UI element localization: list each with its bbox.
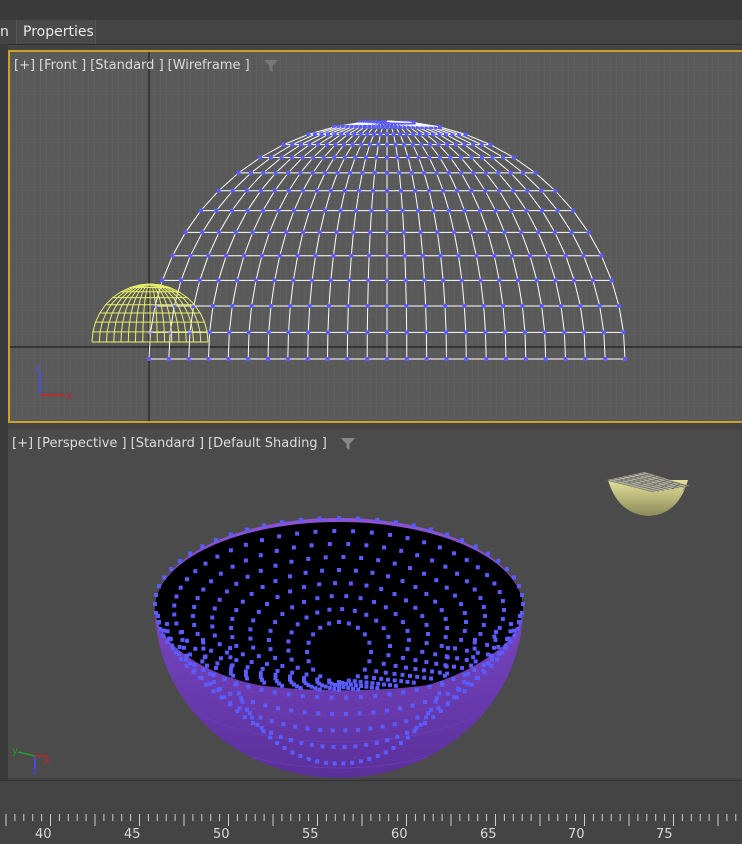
filter-icon[interactable] — [263, 59, 278, 72]
front-viewport-canvas[interactable]: z x — [10, 52, 742, 423]
persp-axis-z-label: z — [32, 766, 37, 777]
filter-icon[interactable] — [340, 437, 355, 450]
front-viewport[interactable]: z x [+] [Front ] [Standard ] [Wireframe ] — [8, 50, 742, 423]
persp-mode-menu[interactable]: [Default Shading ] — [208, 436, 327, 451]
perspective-viewport-label[interactable]: [+] [Perspective ] [Standard ] [Default Sha… — [12, 436, 355, 451]
top-strip — [0, 0, 742, 20]
ruler-label: 40 — [35, 827, 52, 842]
front-mode-menu[interactable]: [Wireframe ] — [168, 58, 250, 73]
persp-plus-menu[interactable]: [+] — [12, 436, 33, 451]
persp-preset-menu[interactable]: [Standard ] — [131, 436, 204, 451]
ruler-label: 65 — [480, 827, 497, 842]
perspective-viewport[interactable]: z x y [+] [Perspective ] [Standard ] [Defau… — [8, 430, 742, 778]
persp-axis-y-label: y — [12, 746, 18, 757]
bowl-shaded — [153, 516, 525, 778]
axis-z-label: z — [35, 364, 40, 375]
tab-previous[interactable]: n — [0, 20, 17, 44]
front-view-menu[interactable]: [Front ] — [39, 58, 86, 73]
persp-axis-x-label: x — [44, 756, 50, 767]
front-viewport-label[interactable]: [+] [Front ] [Standard ] [Wireframe ] — [14, 58, 278, 73]
ruler-label: 75 — [656, 827, 673, 842]
front-plus-menu[interactable]: [+] — [14, 58, 35, 73]
ruler-label: 60 — [391, 827, 408, 842]
panel-tab-bar: n Properties — [0, 20, 742, 45]
perspective-viewport-canvas[interactable]: z x y — [8, 430, 742, 778]
timeline-slider-track[interactable] — [0, 780, 742, 811]
timeline-ruler[interactable]: 40 45 50 55 60 65 70 75 — [0, 810, 742, 844]
persp-view-menu[interactable]: [Perspective ] — [37, 436, 127, 451]
ruler-label: 45 — [124, 827, 141, 842]
ruler-label: 70 — [568, 827, 585, 842]
perspective-axis-gizmo: z x y — [12, 746, 50, 777]
ruler-label: 55 — [302, 827, 319, 842]
ruler-label: 50 — [213, 827, 230, 842]
front-preset-menu[interactable]: [Standard ] — [90, 58, 163, 73]
tab-properties[interactable]: Properties — [17, 20, 96, 44]
small-bowl-selected — [605, 471, 690, 516]
axis-x-label: x — [66, 391, 72, 402]
ruler-ticks — [5, 814, 737, 826]
left-panel-edge — [0, 44, 8, 784]
